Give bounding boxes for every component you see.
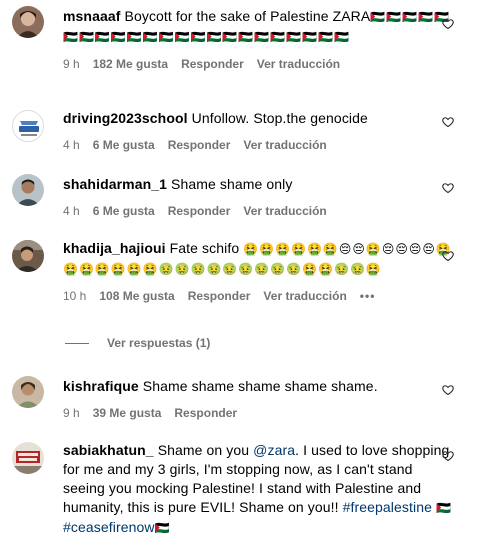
likes-count[interactable]: 6 Me gusta — [93, 204, 155, 218]
comment-time[interactable]: 10 h — [63, 289, 86, 303]
comment-text: kishrafique Shame shame shame shame shame… — [63, 377, 454, 396]
avatar[interactable] — [12, 376, 44, 408]
comment-username[interactable]: msnaaaf — [63, 8, 121, 24]
avatar[interactable] — [12, 110, 44, 142]
comment-text: msnaaaf Boycott for the sake of Palestine… — [63, 7, 454, 47]
likes-count[interactable]: 108 Me gusta — [99, 289, 174, 303]
view-replies-button[interactable]: Ver respuestas (1) — [65, 336, 210, 352]
comment-username[interactable]: sabiakhatun_ — [63, 442, 154, 458]
comment-meta: 9 h 182 Me gusta Responder Ver traducción — [63, 56, 454, 72]
comment-time[interactable]: 9 h — [63, 57, 80, 71]
mention-link[interactable]: @zara — [253, 442, 295, 458]
likes-count[interactable]: 6 Me gusta — [93, 138, 155, 152]
comments-list: msnaaaf Boycott for the sake of Palestine… — [0, 0, 494, 540]
comment-text: driving2023school Unfollow. Stop.the geno… — [63, 109, 454, 128]
flag-emoji: 🇵🇸 — [154, 521, 171, 535]
comment-username[interactable]: driving2023school — [63, 110, 188, 126]
reply-button[interactable]: Responder — [188, 289, 251, 303]
comment-username[interactable]: khadija_hajioui — [63, 240, 166, 256]
flag-emoji: 🇵🇸 — [435, 501, 452, 515]
view-replies-label: Ver respuestas (1) — [107, 336, 211, 350]
reply-button[interactable]: Responder — [174, 406, 237, 420]
comment-content: Boycott for the sake of Palestine ZARA — [124, 8, 371, 24]
comment-content: Unfollow. Stop.the genocide — [191, 110, 368, 126]
comment-time[interactable]: 9 h — [63, 406, 80, 420]
comment-text: khadija_hajioui Fate schifo 🤮🤮🤮🤮🤮🤮😔😔🤮😔😔😔😔… — [63, 239, 454, 279]
translate-button[interactable]: Ver traducción — [263, 289, 346, 303]
translate-button[interactable]: Ver traducción — [243, 138, 326, 152]
comment-username[interactable]: kishrafique — [63, 378, 139, 394]
hashtag-link[interactable]: #ceasefirenow — [63, 519, 155, 535]
comment-content: Shame shame shame shame shame. — [142, 378, 378, 394]
like-heart-icon[interactable] — [442, 384, 454, 396]
replies-divider — [65, 343, 89, 345]
comment-text: sabiakhatun_ Shame on you @zara. I used t… — [63, 441, 454, 538]
comment-time[interactable]: 4 h — [63, 204, 80, 218]
like-heart-icon[interactable] — [442, 116, 454, 128]
like-heart-icon[interactable] — [442, 18, 454, 30]
comment-time[interactable]: 4 h — [63, 138, 80, 152]
likes-count[interactable]: 182 Me gusta — [93, 57, 168, 71]
reply-button[interactable]: Responder — [168, 138, 231, 152]
likes-count[interactable]: 39 Me gusta — [93, 406, 162, 420]
comment-username[interactable]: shahidarman_1 — [63, 176, 167, 192]
comment-meta: 4 h 6 Me gusta Responder Ver traducción — [63, 203, 454, 219]
avatar[interactable] — [12, 240, 44, 272]
comment-meta: 4 h 6 Me gusta Responder Ver traducción — [63, 137, 454, 153]
comment-content: Shame on you — [157, 442, 250, 458]
translate-button[interactable]: Ver traducción — [257, 57, 340, 71]
more-options-icon[interactable]: ••• — [360, 289, 376, 303]
reply-button[interactable]: Responder — [168, 204, 231, 218]
like-heart-icon[interactable] — [442, 182, 454, 194]
reply-button[interactable]: Responder — [181, 57, 244, 71]
comment-meta: 9 h 39 Me gusta Responder — [63, 405, 454, 421]
like-heart-icon[interactable] — [442, 450, 454, 462]
comment-content: Shame shame only — [171, 176, 293, 192]
like-heart-icon[interactable] — [442, 250, 454, 262]
comment-content: Fate schifo — [169, 240, 240, 256]
avatar[interactable] — [12, 174, 44, 206]
hashtag-link[interactable]: #freepalestine — [343, 499, 432, 515]
avatar[interactable] — [12, 442, 44, 474]
comment-meta: 10 h 108 Me gusta Responder Ver traducción •… — [63, 288, 454, 304]
comment-text: shahidarman_1 Shame shame only — [63, 175, 454, 194]
translate-button[interactable]: Ver traducción — [243, 204, 326, 218]
avatar[interactable] — [12, 6, 44, 38]
